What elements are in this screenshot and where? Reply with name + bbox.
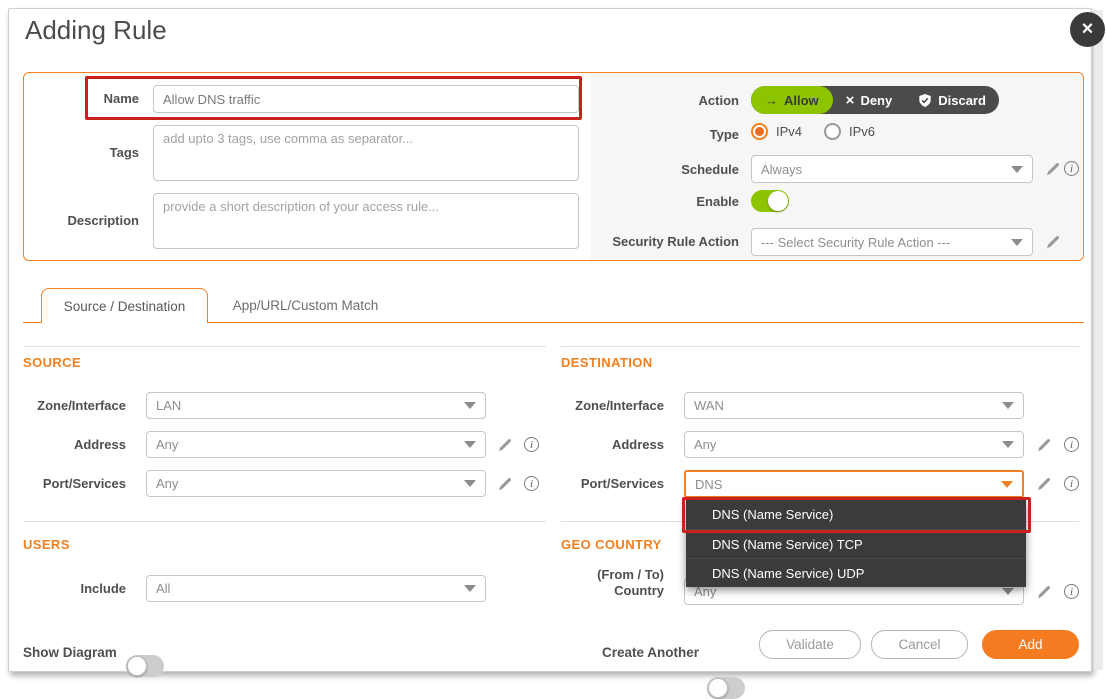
chevron-down-icon <box>1011 239 1023 246</box>
type-label: Type <box>579 127 739 143</box>
cancel-button[interactable]: Cancel <box>871 630 968 659</box>
source-address-label: Address <box>26 437 126 453</box>
schedule-edit-pencil-icon[interactable] <box>1045 161 1061 177</box>
action-deny-button[interactable]: × Deny <box>833 86 906 114</box>
destination-address-label: Address <box>544 437 664 453</box>
source-zone-select[interactable]: LAN <box>146 392 486 419</box>
name-input[interactable] <box>153 85 579 113</box>
chevron-down-icon <box>464 441 476 448</box>
close-icon: × <box>1082 18 1094 41</box>
geo-country-heading: GEO COUNTRY <box>561 537 662 552</box>
source-address-select[interactable]: Any <box>146 431 486 458</box>
destination-divider <box>561 346 1079 347</box>
create-another-label: Create Another <box>569 645 699 661</box>
users-include-label: Include <box>26 581 126 597</box>
tab-app-url-custom-match[interactable]: App/URL/Custom Match <box>208 288 403 323</box>
create-another-toggle[interactable] <box>707 677 745 699</box>
close-button[interactable]: × <box>1070 12 1105 47</box>
scrollbar-track[interactable] <box>1093 10 1103 670</box>
description-label: Description <box>39 213 139 229</box>
deny-x-icon: × <box>846 92 855 109</box>
chevron-down-icon <box>1002 402 1014 409</box>
discard-shield-icon <box>918 93 932 108</box>
destination-port-label: Port/Services <box>544 476 664 492</box>
schedule-select[interactable]: Always <box>751 155 1033 183</box>
action-segmented-control: → Allow × Deny Discard <box>751 86 999 114</box>
ipv6-radio[interactable] <box>824 123 841 140</box>
show-diagram-toggle[interactable] <box>126 655 164 677</box>
menu-item-dns-name-service-tcp[interactable]: DNS (Name Service) TCP <box>686 529 1026 558</box>
name-label: Name <box>39 91 139 107</box>
chevron-down-icon <box>1002 441 1014 448</box>
chevron-down-icon <box>1011 166 1023 173</box>
security-rule-action-select[interactable]: --- Select Security Rule Action --- <box>751 228 1033 256</box>
allow-arrow-icon: → <box>765 93 778 108</box>
tab-source-destination[interactable]: Source / Destination <box>41 288 208 323</box>
menu-item-dns-name-service-udp[interactable]: DNS (Name Service) UDP <box>686 558 1026 587</box>
schedule-info-icon[interactable]: i <box>1064 161 1079 176</box>
destination-address-info-icon[interactable]: i <box>1064 437 1079 452</box>
destination-port-info-icon[interactable]: i <box>1064 476 1079 491</box>
destination-address-select[interactable]: Any <box>684 431 1024 458</box>
tags-label: Tags <box>39 145 139 161</box>
description-input[interactable] <box>153 193 579 249</box>
source-port-info-icon[interactable]: i <box>524 476 539 491</box>
action-allow-button[interactable]: → Allow <box>751 86 833 114</box>
destination-port-edit-pencil-icon[interactable] <box>1036 476 1052 492</box>
source-divider <box>23 346 546 347</box>
type-radio-group: IPv4 IPv6 <box>751 123 875 140</box>
validate-button[interactable]: Validate <box>759 630 861 659</box>
geo-country-label: (From / To) Country <box>577 567 664 599</box>
destination-zone-label: Zone/Interface <box>544 398 664 414</box>
chevron-down-icon <box>1002 588 1014 595</box>
source-heading: SOURCE <box>23 355 81 370</box>
schedule-label: Schedule <box>579 162 739 178</box>
page-title: Adding Rule <box>25 15 167 46</box>
chevron-down-icon <box>464 585 476 592</box>
source-address-edit-pencil-icon[interactable] <box>497 437 513 453</box>
enable-label: Enable <box>579 194 739 210</box>
menu-item-dns-name-service[interactable]: DNS (Name Service) <box>686 500 1026 529</box>
ipv4-radio-label: IPv4 <box>776 124 802 139</box>
source-port-label: Port/Services <box>26 476 126 492</box>
ipv4-radio[interactable] <box>751 123 768 140</box>
source-zone-label: Zone/Interface <box>26 398 126 414</box>
add-button[interactable]: Add <box>982 630 1079 659</box>
port-services-dropdown-menu: DNS (Name Service) DNS (Name Service) TC… <box>686 500 1026 587</box>
destination-address-edit-pencil-icon[interactable] <box>1036 437 1052 453</box>
users-divider <box>23 521 546 522</box>
action-discard-button[interactable]: Discard <box>905 86 999 114</box>
users-include-select[interactable]: All <box>146 575 486 602</box>
geo-country-edit-pencil-icon[interactable] <box>1036 584 1052 600</box>
ipv6-radio-label: IPv6 <box>849 124 875 139</box>
geo-country-info-icon[interactable]: i <box>1064 584 1079 599</box>
chevron-down-icon <box>1001 481 1013 488</box>
security-rule-action-label: Security Rule Action <box>579 234 739 250</box>
destination-port-combobox[interactable]: DNS <box>684 470 1024 498</box>
destination-zone-select[interactable]: WAN <box>684 392 1024 419</box>
security-rule-action-edit-pencil-icon[interactable] <box>1045 234 1061 250</box>
source-port-edit-pencil-icon[interactable] <box>497 476 513 492</box>
adding-rule-dialog: Adding Rule Name Tags Description Action… <box>8 8 1092 672</box>
tags-input[interactable] <box>153 125 579 181</box>
source-address-info-icon[interactable]: i <box>524 437 539 452</box>
show-diagram-label: Show Diagram <box>23 645 118 661</box>
users-heading: USERS <box>23 537 70 552</box>
enable-toggle[interactable] <box>751 190 789 212</box>
chevron-down-icon <box>464 480 476 487</box>
chevron-down-icon <box>464 402 476 409</box>
action-label: Action <box>579 93 739 109</box>
destination-heading: DESTINATION <box>561 355 653 370</box>
source-port-select[interactable]: Any <box>146 470 486 497</box>
